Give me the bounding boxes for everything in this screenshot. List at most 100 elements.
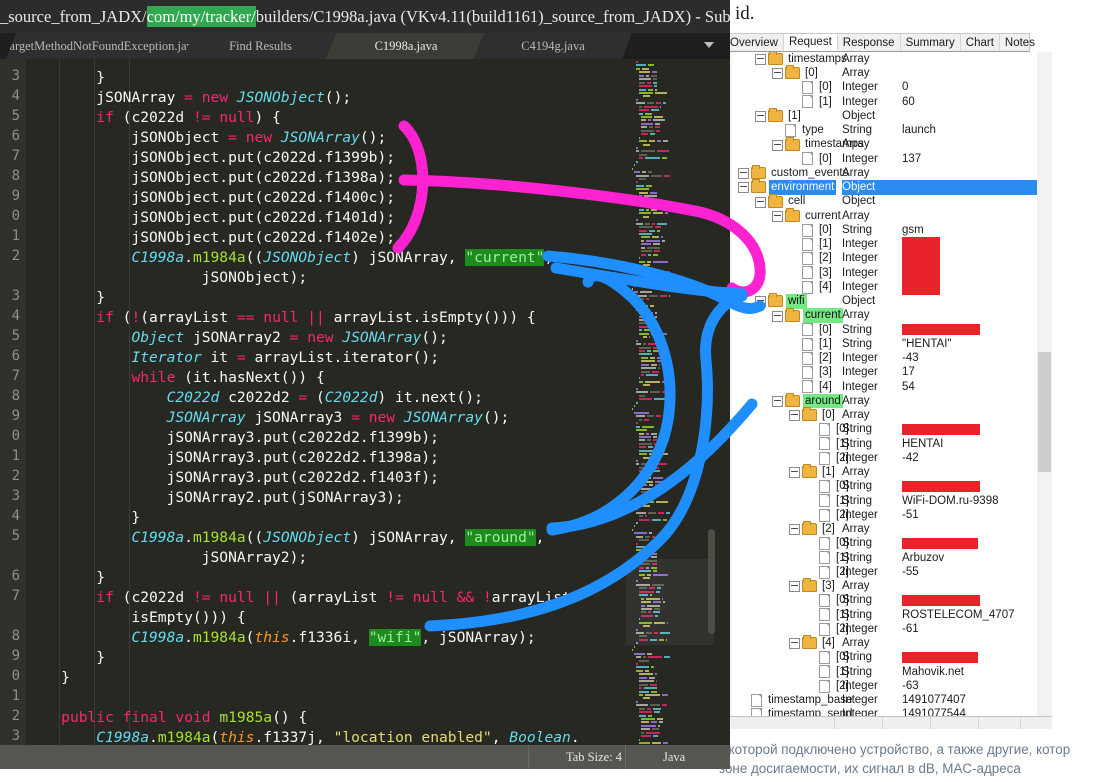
tree-row[interactable]: [1] String "HENTAI" [724,337,1037,351]
tree-row[interactable]: type String launch [724,123,1037,137]
tree-row[interactable]: [0] Integer 137 [724,152,1037,166]
tree-expander-icon[interactable] [789,410,800,422]
minimap-line [636,401,638,404]
tree-row[interactable]: [2] Integer [724,251,1037,267]
tree-row[interactable]: [2] Integer -63 [724,679,1037,693]
minimap-line [638,81,645,84]
chevron-down-icon[interactable] [704,42,714,48]
code-content[interactable]: } jSONArray = new JSONObject(); if (c202… [26,59,626,766]
tree-row[interactable]: [0] Array [724,65,1037,80]
tree-expander-icon[interactable] [738,168,749,179]
tree-row[interactable]: [3] Integer [724,265,1037,281]
minimap-line [657,150,670,153]
tree-row[interactable]: [2] Array [724,521,1037,536]
tree-row[interactable]: [0] String [724,423,1037,437]
tree-row[interactable]: timestamps Array [724,52,1037,66]
tree-row[interactable]: [2] Integer -55 [724,565,1037,579]
tree-row[interactable]: [0] String [724,323,1037,337]
tree-row[interactable]: [3] Integer 17 [724,366,1037,380]
tree-row[interactable]: [2] Integer -51 [724,508,1037,522]
minimap-line [649,133,655,136]
minimap-viewport[interactable] [626,559,714,645]
editor-tab-2[interactable]: C1998a.java [326,33,486,59]
tree-row[interactable]: [4] Integer 54 [724,380,1037,394]
tree-expander-icon[interactable] [772,396,783,407]
folder-icon [768,293,783,308]
tree-row[interactable]: [0] Integer 0 [724,81,1037,95]
tree-row[interactable]: [2] Integer -43 [724,351,1037,365]
tree-expander-icon[interactable] [755,196,766,208]
analyzer-tab-chart[interactable]: Chart [961,34,1000,51]
tree-row[interactable]: current Array [724,307,1037,323]
tree-row[interactable]: [1] Array [724,464,1037,479]
tree-row[interactable]: timestamp_base Integer 1491077407 [724,693,1037,707]
tree-expander-icon[interactable] [789,467,800,479]
tree-row[interactable]: [1] String Arbuzov [724,551,1037,565]
tree-node-type: Integer [842,152,878,165]
analyzer-tab-request[interactable]: Request [783,34,838,51]
minimap[interactable] [626,59,714,745]
tree-row[interactable]: [2] Integer -42 [724,451,1037,465]
code-line: } [26,669,70,686]
analyzer-tab-overview[interactable]: Overview [725,34,784,51]
editor-tab-3[interactable]: C4194g.java [474,33,632,59]
tree-expander-icon[interactable] [772,210,783,222]
tree-row[interactable]: [1] Integer 60 [724,95,1037,109]
analyzer-tab-summary[interactable]: Summary [901,34,961,51]
minimap-line [644,380,660,383]
tree-row[interactable]: [0] String [724,480,1037,494]
analyzer-tab-response[interactable]: Response [838,34,901,51]
minimap-line [638,394,645,397]
tree-row[interactable]: environment Object [724,179,1037,195]
json-tree[interactable]: timestamps Array [0] Array [0] Integer 0 [1] Int… [724,52,1037,716]
tree-row[interactable]: [1] String WiFi-DOM.ru-9398 [724,494,1037,508]
tab-size-indicator[interactable]: Tab Size: 4 [566,749,622,765]
tree-row[interactable]: custom_events Array [724,165,1037,180]
tree-expander-icon[interactable] [738,182,749,194]
minimap-line [648,656,663,659]
tree-row[interactable]: [0] String [724,594,1037,608]
tree-row[interactable]: around Array [724,393,1037,409]
analyzer-tab-notes[interactable]: Notes [1000,34,1040,51]
tree-expander-icon[interactable] [789,581,800,593]
tree-expander-icon[interactable] [772,68,783,80]
tree-row[interactable]: current Array [724,207,1037,223]
tree-row[interactable]: timestamp_send Integer 1491077544 [724,708,1037,716]
minimap-line [654,315,658,318]
editor-tab-1[interactable]: Find Results [183,33,338,59]
tree-row[interactable]: [1] String Mahovik.net [724,665,1037,679]
tree-expander-icon[interactable] [772,310,783,322]
code-editor[interactable]: 3 4 5 6 7 8 9 0 1 2 3 4 5 6 7 8 9 0 1 2 3 4 5 6 7 8 9 0 1 2 3 } jSONAr… [0,59,730,766]
minimap-line [638,501,654,504]
editor-scrollbar-thumb[interactable] [708,529,715,634]
tree-row[interactable]: [1] String HENTAI [724,437,1037,451]
tree-row[interactable]: [0] String gsm [724,223,1037,237]
tree-row[interactable]: wifi Object [724,293,1037,309]
tree-row[interactable]: [4] Integer [724,279,1037,295]
tree-expander-icon[interactable] [772,139,783,151]
editor-tab-0[interactable]: TargetMethodNotFoundException.java [6,33,195,59]
minimap-line [655,322,658,325]
tree-row[interactable]: [4] Array [724,635,1037,650]
tree-row[interactable]: [1] Integer [724,236,1037,252]
tree-row[interactable]: [0] String [724,651,1037,665]
tree-row[interactable]: cell Object [724,193,1037,209]
tree-row[interactable]: [3] Array [724,578,1037,593]
tree-row[interactable]: [2] Integer -61 [724,622,1037,636]
tree-scrollbar[interactable] [1037,52,1052,716]
tree-row[interactable]: [0] Array [724,407,1037,422]
tree-expander-icon[interactable] [789,524,800,536]
editor-scrollbar[interactable] [706,59,716,745]
tree-row[interactable]: [1] String ROSTELECOM_4707 [724,608,1037,622]
tree-row[interactable]: [0] String [724,537,1037,551]
tree-scrollbar-thumb[interactable] [1038,352,1051,472]
minimap-line [638,71,650,74]
tree-expander-icon[interactable] [755,54,766,65]
tree-expander-icon[interactable] [755,111,766,122]
syntax-indicator[interactable]: Java [663,749,685,765]
tree-row[interactable]: timestamps Array [724,136,1037,152]
tree-expander-icon[interactable] [789,638,800,650]
tree-row[interactable]: [1] Object [724,108,1037,123]
tree-node-name: [1] [819,95,832,108]
tree-expander-icon[interactable] [755,296,766,308]
